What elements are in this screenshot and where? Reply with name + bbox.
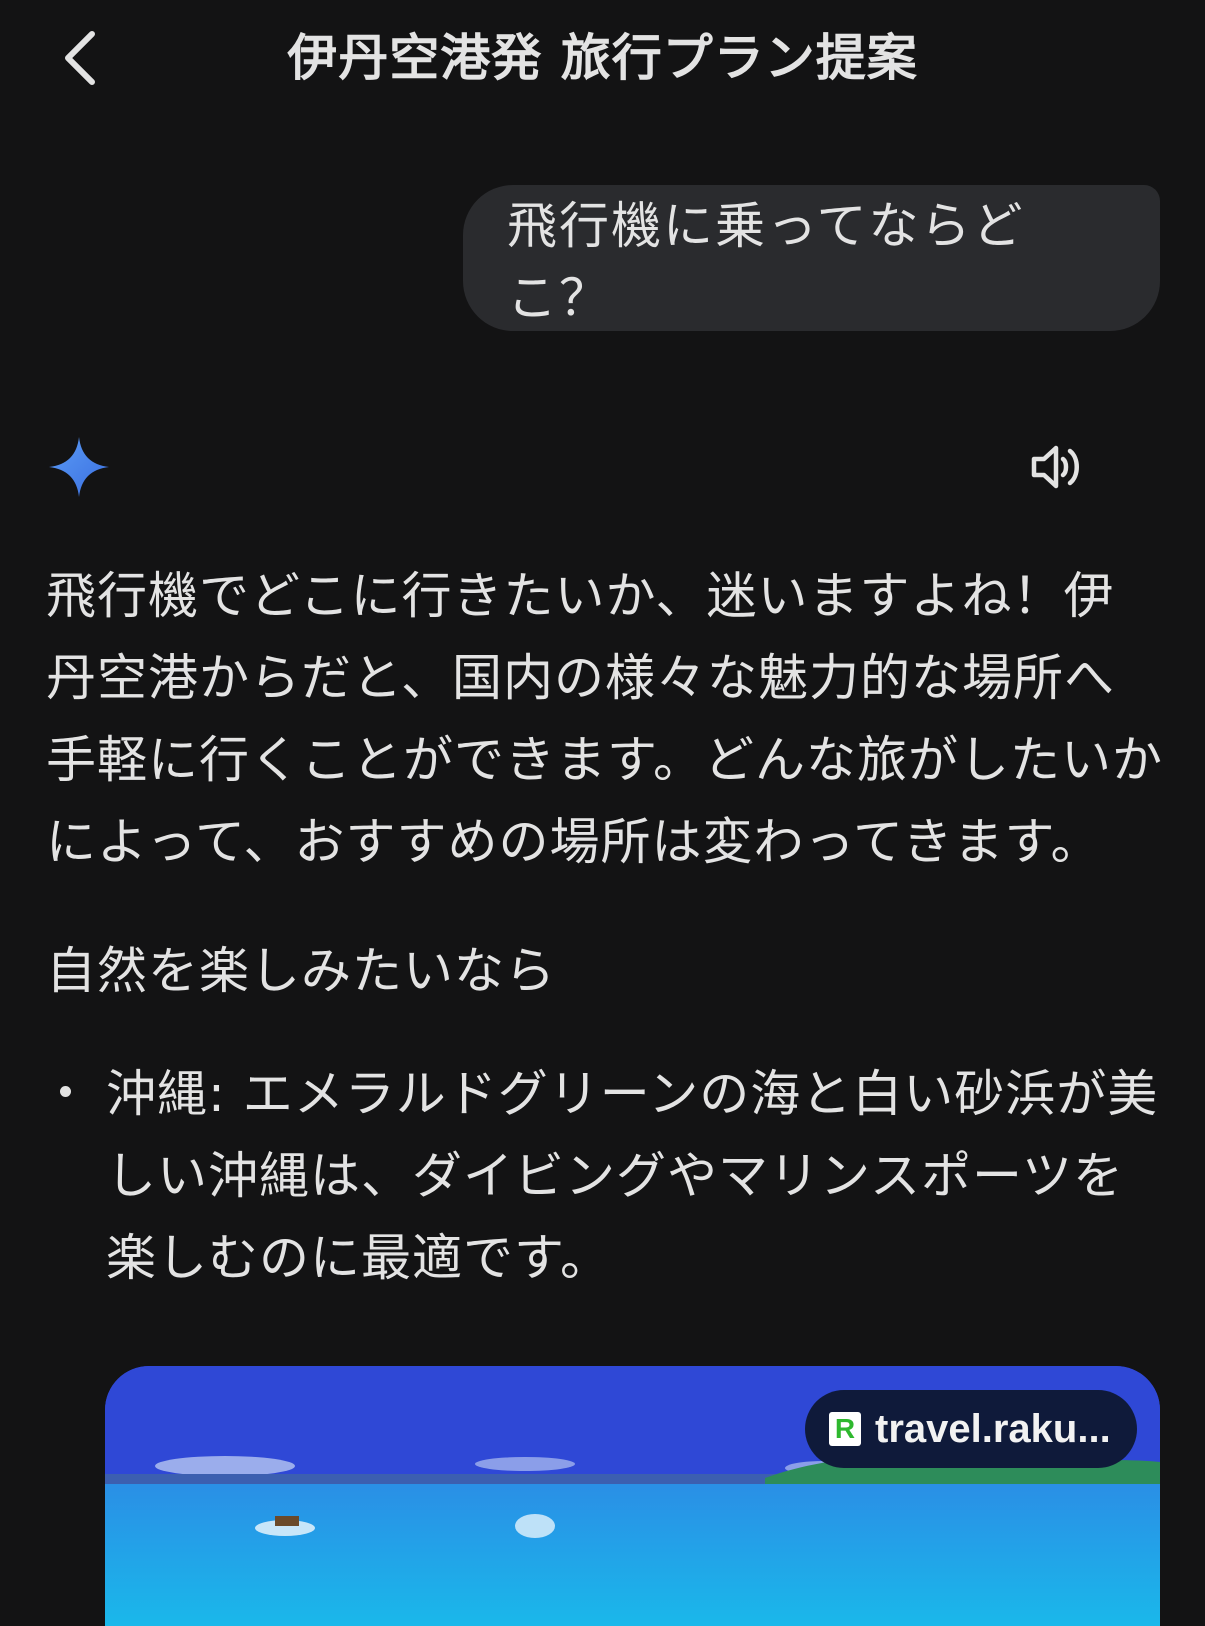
rakuten-logo-icon: R (829, 1412, 861, 1446)
source-label: travel.raku... (875, 1406, 1111, 1451)
list-item: 沖縄: エメラルドグリーンの海と白い砂浜が美 しい沖縄は、ダイビングやマリンスポ… (46, 1053, 1166, 1299)
bullet-line: 沖縄: エメラルドグリーンの海と白い砂浜が美 (106, 1065, 1159, 1123)
source-chip[interactable]: R travel.raku... (805, 1390, 1137, 1468)
intro-line: 飛行機でどこに行きたいか、迷いますよね！伊 (46, 567, 1115, 625)
user-message-text: 飛行機に乗ってならどこ？ (507, 197, 1025, 327)
assistant-intro: 飛行機でどこに行きたいか、迷いますよね！伊 丹空港からだと、国内の様々な魅力的な… (46, 555, 1166, 883)
top-bar: 伊丹空港発 旅行プラン提案 (0, 0, 1205, 120)
user-message-bubble: 飛行機に乗ってならどこ？ (463, 185, 1160, 331)
page-title: 伊丹空港発 旅行プラン提案 (287, 29, 918, 87)
intro-line: 丹空港からだと、国内の様々な魅力的な場所へ (46, 649, 1115, 707)
intro-line: によって、おすすめの場所は変わってきます。 (46, 813, 1102, 871)
read-aloud-button[interactable] (1023, 436, 1093, 498)
intro-line: 手軽に行くことができます。どんな旅がしたいか (46, 731, 1163, 789)
bullet-line: 楽しむのに最適です。 (106, 1229, 611, 1287)
bullet-dot (60, 1086, 71, 1097)
volume-icon (1031, 445, 1079, 489)
section-heading: 自然を楽しみたいなら (46, 942, 556, 1000)
gemini-sparkle-icon (49, 437, 109, 497)
bullet-line: しい沖縄は、ダイビングやマリンスポーツを (106, 1147, 1124, 1205)
